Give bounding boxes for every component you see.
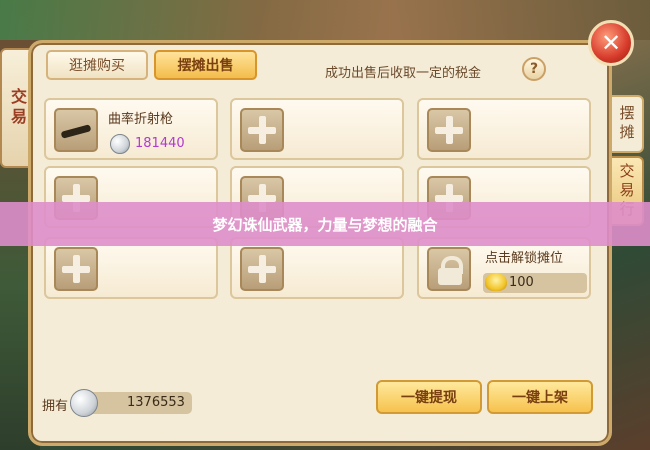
- stall-slot-locked[interactable]: 点击解锁摊位 100: [417, 237, 591, 299]
- stall-slot-empty[interactable]: [230, 237, 404, 299]
- close-button[interactable]: ✕: [588, 20, 634, 66]
- background-top: [0, 0, 650, 40]
- close-icon: ✕: [600, 29, 622, 57]
- caption-banner: 梦幻诛仙武器，力量与梦想的融合: [0, 202, 650, 246]
- help-icon[interactable]: ?: [522, 57, 546, 81]
- tab-browse-buy-label: 逛摊购买: [69, 58, 125, 74]
- unlock-cost-box: 100: [483, 273, 587, 293]
- stall-slot-item[interactable]: 曲率折射枪 181440: [44, 98, 218, 160]
- plus-icon: [240, 247, 284, 291]
- owned-value: 1376553: [127, 395, 185, 410]
- stall-slot-empty[interactable]: [417, 98, 591, 160]
- tab-browse-buy[interactable]: 逛摊购买: [46, 50, 148, 80]
- withdraw-all-button[interactable]: 一键提现: [376, 380, 482, 414]
- plus-icon: [54, 247, 98, 291]
- caption-banner-text: 梦幻诛仙武器，力量与梦想的融合: [212, 215, 438, 234]
- gold-ingot-icon: [485, 273, 507, 291]
- tab-stall-label: 摆摊: [617, 105, 636, 143]
- tab-stall[interactable]: 摆摊: [612, 95, 644, 153]
- plus-icon: [240, 108, 284, 152]
- item-name: 曲率折射枪: [108, 112, 174, 127]
- list-all-button[interactable]: 一键上架: [487, 380, 593, 414]
- plus-icon: [427, 108, 471, 152]
- list-all-label: 一键上架: [512, 390, 568, 406]
- trade-side-tag-label: 交易: [8, 88, 27, 128]
- unlock-cost-value: 100: [509, 275, 534, 290]
- unlock-slot-label: 点击解锁摊位: [485, 251, 564, 266]
- stall-slot-empty[interactable]: [44, 237, 218, 299]
- item-price: 181440: [135, 136, 185, 151]
- tab-stall-sell-label: 摆摊出售: [177, 58, 234, 74]
- silver-coin-icon: [110, 134, 130, 154]
- tab-stall-sell[interactable]: 摆摊出售: [154, 50, 257, 80]
- tax-note: 成功出售后收取一定的税金: [325, 66, 482, 81]
- owned-label: 拥有: [42, 399, 69, 414]
- withdraw-all-label: 一键提现: [401, 390, 457, 406]
- stall-slot-empty[interactable]: [230, 98, 404, 160]
- silver-coin-icon: [70, 389, 98, 417]
- lock-icon: [427, 247, 471, 291]
- gun-icon: [54, 108, 98, 152]
